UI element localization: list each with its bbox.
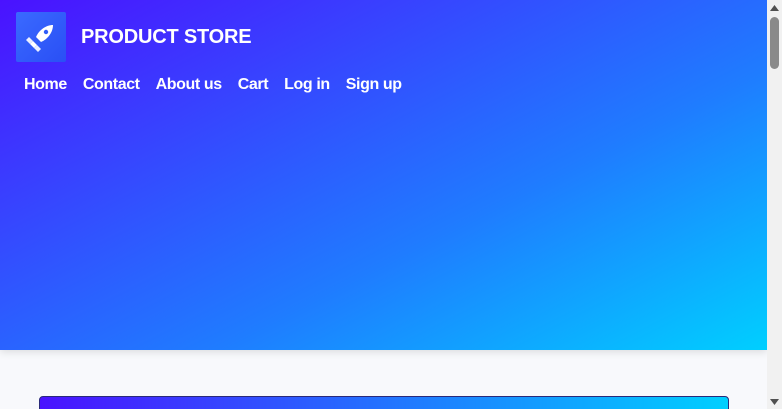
- rocket-icon[interactable]: [16, 12, 66, 62]
- scroll-down-arrow-icon[interactable]: [767, 394, 782, 409]
- content-card: [39, 396, 729, 409]
- nav-home[interactable]: Home: [24, 76, 67, 94]
- vertical-scrollbar[interactable]: [767, 0, 782, 409]
- brand-name[interactable]: PRODUCT STORE: [81, 26, 252, 49]
- brand[interactable]: PRODUCT STORE: [16, 12, 252, 62]
- scroll-up-arrow-icon[interactable]: [767, 0, 782, 15]
- hero-banner: PRODUCT STORE Home Contact About us Cart…: [0, 0, 767, 350]
- nav-sign-up[interactable]: Sign up: [346, 76, 402, 94]
- scroll-thumb[interactable]: [770, 17, 779, 69]
- nav-cart[interactable]: Cart: [238, 76, 269, 94]
- main-nav: Home Contact About us Cart Log in Sign u…: [24, 76, 402, 94]
- nav-about-us[interactable]: About us: [156, 76, 223, 94]
- nav-log-in[interactable]: Log in: [284, 76, 330, 94]
- nav-contact[interactable]: Contact: [83, 76, 140, 94]
